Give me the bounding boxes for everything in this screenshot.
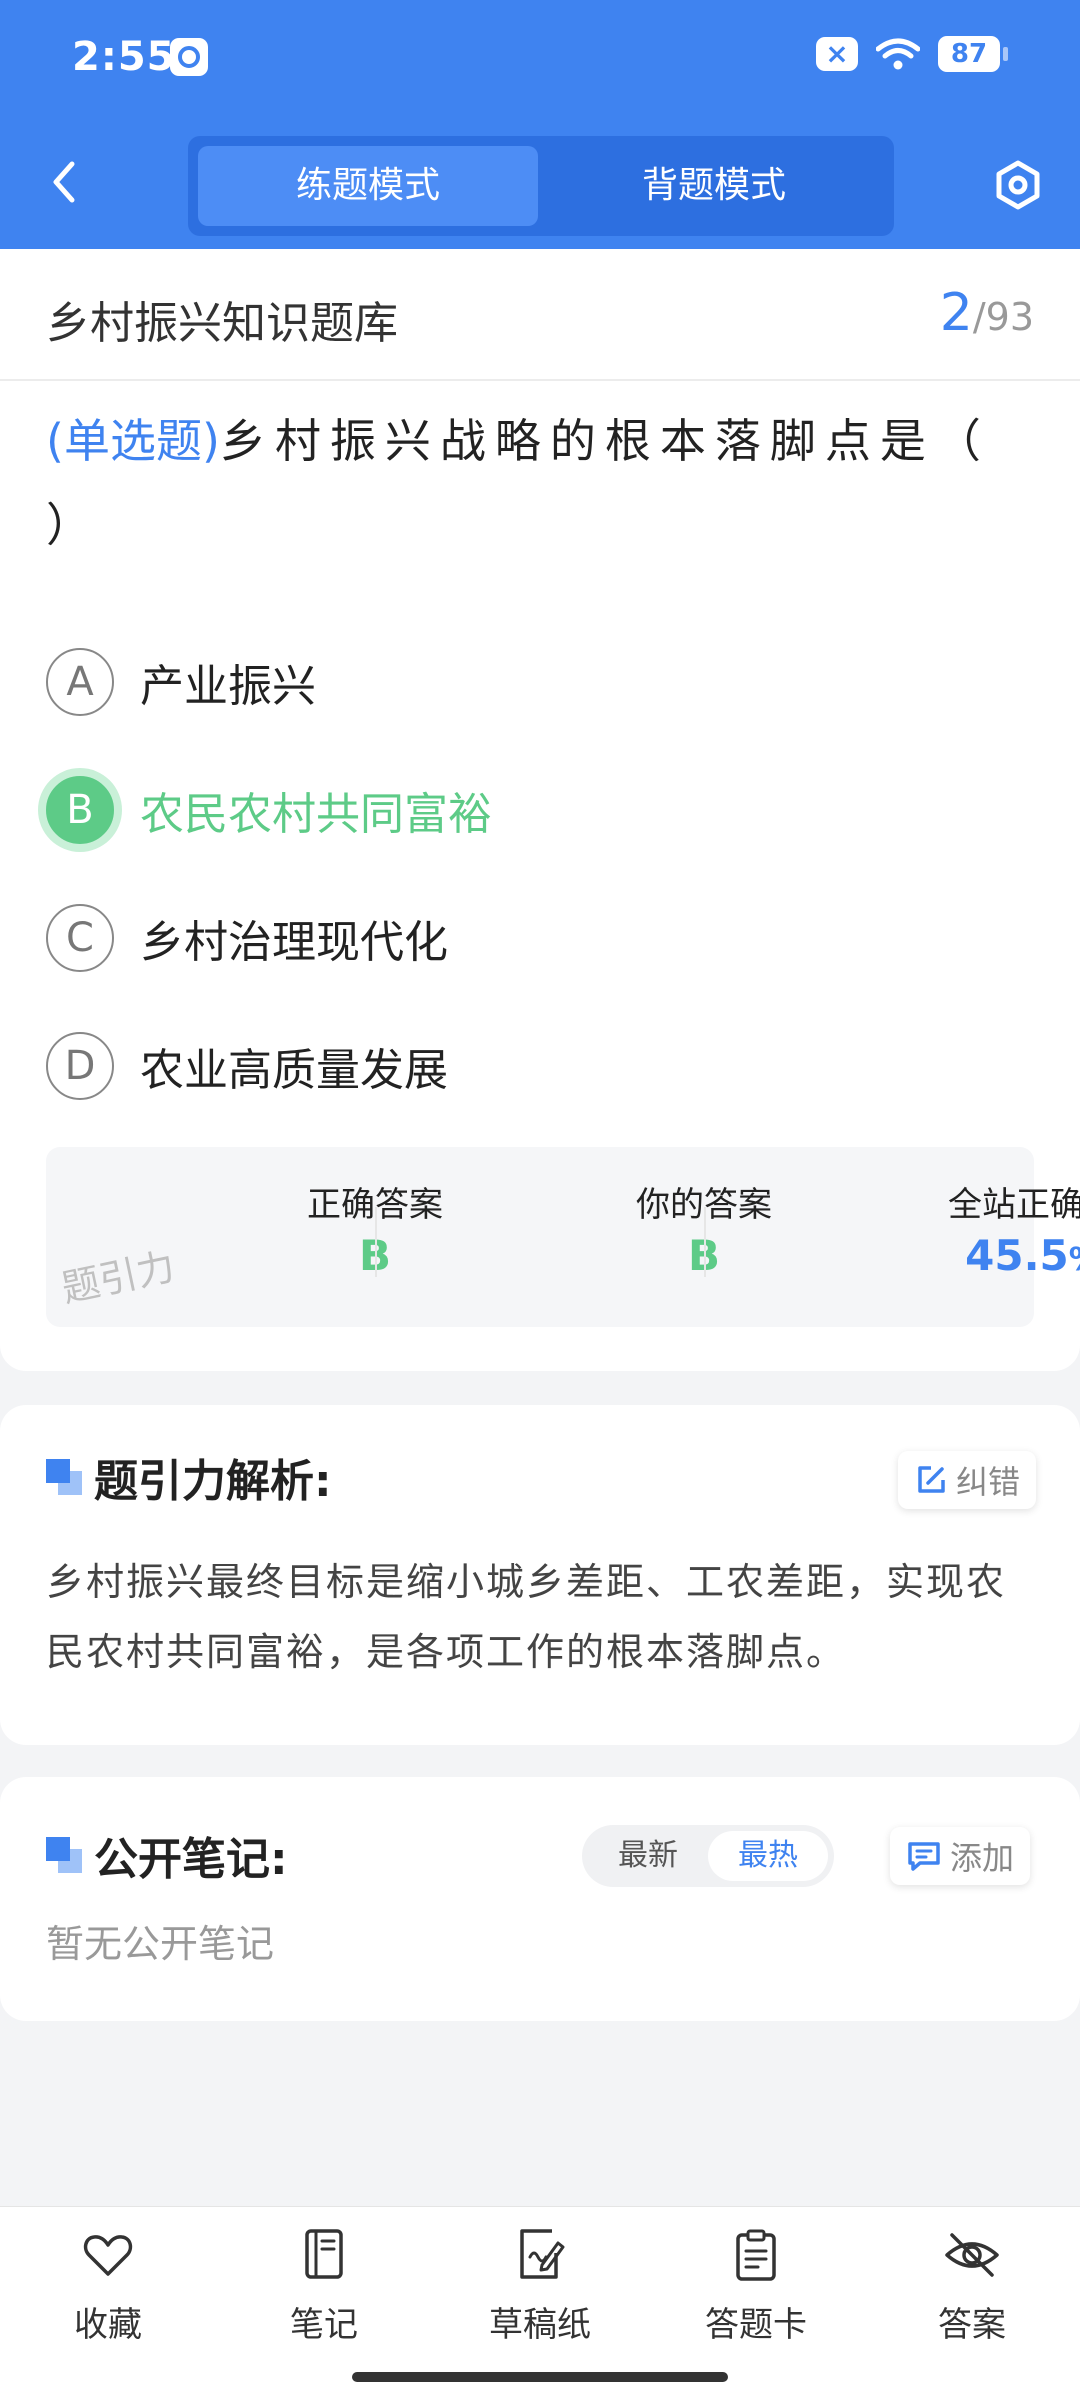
- option-text: 乡村治理现代化: [140, 906, 448, 970]
- notes-sort-toggle: 最新 最热: [582, 1825, 834, 1887]
- add-note-button[interactable]: 添加: [890, 1827, 1030, 1885]
- heart-icon: [80, 2227, 136, 2283]
- option-text: 产业振兴: [140, 650, 316, 714]
- analysis-title: 题引力解析:: [94, 1445, 332, 1509]
- site-accuracy-stat: 全站正确率 45.5%: [704, 1147, 1033, 1327]
- option-b[interactable]: B 农民农村共同富裕: [46, 774, 492, 846]
- total-question-count: 93: [986, 295, 1034, 339]
- app-notification-icon: [170, 38, 208, 76]
- tab-draft-paper[interactable]: 草稿纸: [450, 2227, 630, 2346]
- answer-card-icon: [728, 2227, 784, 2283]
- back-chevron-icon[interactable]: [42, 152, 88, 212]
- top-header: 2:55 × 87 练题模式 背题模式: [0, 0, 1080, 249]
- tab-memorize-mode[interactable]: 背题模式: [544, 146, 884, 226]
- sort-newest[interactable]: 最新: [588, 1831, 708, 1881]
- section-icon: [46, 1459, 82, 1495]
- analysis-card: 题引力解析: 纠错 乡村振兴最终目标是缩小城乡差距、工农差距，实现农民农村共同富…: [0, 1405, 1080, 1745]
- sim-x-icon: ×: [816, 37, 858, 71]
- comment-icon: [906, 1839, 942, 1873]
- battery-indicator: 87: [938, 36, 1000, 72]
- accuracy-unit: %: [1069, 1240, 1080, 1278]
- tab-answer-card[interactable]: 答题卡: [666, 2227, 846, 2346]
- progress-separator: /: [973, 295, 986, 339]
- notebook-icon: [296, 2227, 352, 2283]
- edit-icon: [914, 1463, 948, 1497]
- tab-label: 收藏: [18, 2297, 198, 2346]
- tab-label: 答题卡: [666, 2297, 846, 2346]
- add-note-label: 添加: [950, 1833, 1014, 1879]
- your-answer-stat: 你的答案 B: [375, 1147, 704, 1327]
- option-letter: B: [46, 776, 114, 844]
- answer-stats: 正确答案 B 你的答案 B 全站正确率 45.5% 题引力: [46, 1147, 1034, 1327]
- status-time: 2:55: [72, 34, 176, 80]
- status-icons: × 87: [816, 36, 1000, 72]
- option-text: 农民农村共同富裕: [140, 778, 492, 842]
- tab-notes[interactable]: 笔记: [234, 2227, 414, 2346]
- site-accuracy-value: 45.5%: [869, 1231, 1080, 1280]
- draft-paper-icon: [512, 2227, 568, 2283]
- question-text: (单选题)乡村振兴战略的根本落脚点是（ ）: [46, 399, 1034, 567]
- mode-switch: 练题模式 背题模式: [188, 136, 894, 236]
- settings-icon[interactable]: [990, 157, 1046, 213]
- option-text: 农业高质量发展: [140, 1034, 448, 1098]
- wifi-icon: [876, 37, 920, 71]
- sort-hottest[interactable]: 最热: [708, 1831, 828, 1881]
- section-icon: [46, 1837, 82, 1873]
- option-c[interactable]: C 乡村治理现代化: [46, 902, 448, 974]
- tab-label: 草稿纸: [450, 2297, 630, 2346]
- question-progress: 2/93: [940, 283, 1034, 343]
- site-accuracy-label: 全站正确率: [869, 1177, 1080, 1226]
- report-error-button[interactable]: 纠错: [898, 1451, 1036, 1509]
- tab-favorite[interactable]: 收藏: [18, 2227, 198, 2346]
- public-notes-card: 公开笔记: 最新 最热 添加 暂无公开笔记: [0, 1777, 1080, 2021]
- option-letter: D: [46, 1032, 114, 1100]
- question-type: (单选题): [46, 414, 220, 468]
- no-notes-text: 暂无公开笔记: [46, 1913, 274, 1968]
- tab-label: 笔记: [234, 2297, 414, 2346]
- home-indicator[interactable]: [352, 2372, 728, 2382]
- tab-label: 答案: [882, 2297, 1062, 2346]
- current-question-number: 2: [940, 283, 973, 343]
- tab-answer[interactable]: 答案: [882, 2227, 1062, 2346]
- analysis-text: 乡村振兴最终目标是缩小城乡差距、工农差距，实现农民农村共同富裕，是各项工作的根本…: [46, 1547, 1036, 1687]
- divider: [0, 379, 1080, 381]
- question-bank-title: 乡村振兴知识题库: [46, 287, 398, 351]
- option-d[interactable]: D 农业高质量发展: [46, 1030, 448, 1102]
- report-error-label: 纠错: [956, 1457, 1020, 1503]
- accuracy-number: 45.5: [965, 1231, 1069, 1280]
- question-card: 乡村振兴知识题库 2/93 (单选题)乡村振兴战略的根本落脚点是（ ） A 产业…: [0, 249, 1080, 1371]
- option-letter: A: [46, 648, 114, 716]
- tab-practice-mode[interactable]: 练题模式: [198, 146, 538, 226]
- option-a[interactable]: A 产业振兴: [46, 646, 316, 718]
- option-letter: C: [46, 904, 114, 972]
- eye-off-icon: [942, 2227, 1002, 2283]
- public-notes-title: 公开笔记:: [94, 1823, 288, 1887]
